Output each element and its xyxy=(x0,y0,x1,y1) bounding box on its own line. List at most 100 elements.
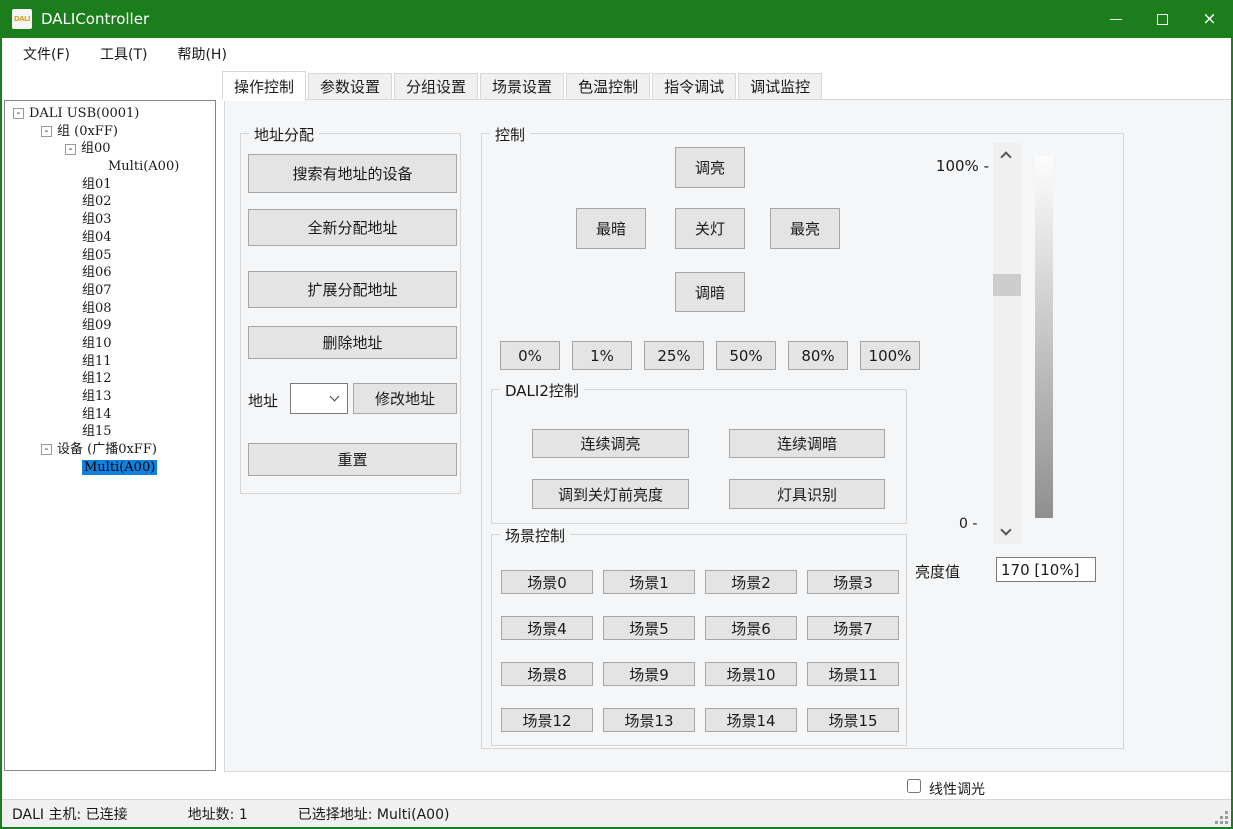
min-level-button[interactable]: 最暗 xyxy=(576,208,646,249)
percent-button-0[interactable]: 0% xyxy=(500,341,560,370)
tree-item[interactable]: 组09 xyxy=(5,317,215,335)
minimize-button[interactable] xyxy=(1092,0,1139,38)
tree-item-label[interactable]: 组08 xyxy=(82,301,112,316)
tree-item-label[interactable]: 组02 xyxy=(82,194,112,209)
tree-item-label[interactable]: 组01 xyxy=(82,177,112,192)
tree-item[interactable]: 组10 xyxy=(5,335,215,353)
tree-item-label[interactable]: 组09 xyxy=(82,318,112,333)
percent-button-1[interactable]: 1% xyxy=(572,341,632,370)
scroll-down-icon[interactable] xyxy=(1000,524,1011,535)
dim-down-button[interactable]: 调暗 xyxy=(675,272,745,312)
tree-item-label[interactable]: 组00 xyxy=(81,141,111,156)
goto-last-level-button[interactable]: 调到关灯前亮度 xyxy=(532,479,689,509)
tab-operation-control[interactable]: 操作控制 xyxy=(222,71,306,101)
tree-item[interactable]: 组08 xyxy=(5,300,215,318)
tree-item-label[interactable]: 组07 xyxy=(82,283,112,298)
tab-scene-settings[interactable]: 场景设置 xyxy=(480,73,564,100)
tree-expander-icon[interactable]: - xyxy=(65,144,76,155)
assign-extend-address-button[interactable]: 扩展分配地址 xyxy=(248,271,457,308)
percent-button-3[interactable]: 50% xyxy=(716,341,776,370)
scrollbar-thumb[interactable] xyxy=(993,274,1021,296)
tree-item-label[interactable]: 组10 xyxy=(82,336,112,351)
menu-help[interactable]: 帮助(H) xyxy=(162,38,241,70)
scene-button-10[interactable]: 场景10 xyxy=(705,662,797,686)
tab-parameter-settings[interactable]: 参数设置 xyxy=(308,73,392,100)
tree-item[interactable]: -组 (0xFF) xyxy=(5,123,215,141)
percent-button-5[interactable]: 100% xyxy=(860,341,920,370)
scene-button-8[interactable]: 场景8 xyxy=(501,662,593,686)
tree-item-label[interactable]: 组13 xyxy=(82,389,112,404)
scene-button-5[interactable]: 场景5 xyxy=(603,616,695,640)
tree-item-label[interactable]: 组15 xyxy=(82,424,112,439)
percent-button-4[interactable]: 80% xyxy=(788,341,848,370)
tree-item[interactable]: 组14 xyxy=(5,406,215,424)
scene-button-13[interactable]: 场景13 xyxy=(603,708,695,732)
tab-color-temp-control[interactable]: 色温控制 xyxy=(566,73,650,100)
search-addressed-devices-button[interactable]: 搜索有地址的设备 xyxy=(248,154,457,193)
tree-item-label[interactable]: Multi(A00) xyxy=(82,460,157,475)
modify-address-button[interactable]: 修改地址 xyxy=(353,383,457,414)
brightness-value-field[interactable]: 170 [10%] xyxy=(996,557,1096,582)
tree-item-label[interactable]: 组14 xyxy=(82,407,112,422)
tree-item-label[interactable]: 设备 (广播0xFF) xyxy=(57,442,157,457)
continuous-dim-up-button[interactable]: 连续调亮 xyxy=(532,429,689,458)
tree-item[interactable]: -设备 (广播0xFF) xyxy=(5,441,215,459)
scene-button-7[interactable]: 场景7 xyxy=(807,616,899,640)
tree-item-label[interactable]: 组 (0xFF) xyxy=(57,124,118,139)
scene-button-12[interactable]: 场景12 xyxy=(501,708,593,732)
tree-item[interactable]: 组11 xyxy=(5,353,215,371)
tree-item-label[interactable]: 组11 xyxy=(82,354,112,369)
max-level-button[interactable]: 最亮 xyxy=(770,208,840,249)
tree-item[interactable]: 组01 xyxy=(5,176,215,194)
tree-item-label[interactable]: 组06 xyxy=(82,265,112,280)
tree-item[interactable]: 组15 xyxy=(5,423,215,441)
dim-up-button[interactable]: 调亮 xyxy=(675,147,745,188)
tree-item[interactable]: 组03 xyxy=(5,211,215,229)
resize-grip-icon[interactable] xyxy=(1225,821,1228,824)
lamp-identify-button[interactable]: 灯具识别 xyxy=(729,479,885,509)
tab-group-settings[interactable]: 分组设置 xyxy=(394,73,478,100)
tree-item[interactable]: Multi(A00) xyxy=(5,459,215,477)
continuous-dim-down-button[interactable]: 连续调暗 xyxy=(729,429,885,458)
tree-item-label[interactable]: DALI USB(0001) xyxy=(29,106,139,121)
tab-command-debug[interactable]: 指令调试 xyxy=(652,73,736,100)
scene-button-3[interactable]: 场景3 xyxy=(807,570,899,594)
tree-item-label[interactable]: 组04 xyxy=(82,230,112,245)
linear-dimming-checkbox[interactable] xyxy=(907,779,921,793)
tree-item-label[interactable]: 组03 xyxy=(82,212,112,227)
assign-new-address-button[interactable]: 全新分配地址 xyxy=(248,209,457,246)
tree-expander-icon[interactable]: - xyxy=(41,444,52,455)
scene-button-2[interactable]: 场景2 xyxy=(705,570,797,594)
tab-debug-monitor[interactable]: 调试监控 xyxy=(738,73,822,100)
tree-item[interactable]: 组02 xyxy=(5,193,215,211)
lamp-off-button[interactable]: 关灯 xyxy=(675,208,745,249)
scene-button-14[interactable]: 场景14 xyxy=(705,708,797,732)
tree-item[interactable]: 组06 xyxy=(5,264,215,282)
tree-item[interactable]: 组13 xyxy=(5,388,215,406)
scroll-up-icon[interactable] xyxy=(1000,151,1011,162)
reset-button[interactable]: 重置 xyxy=(248,443,457,476)
tree-item[interactable]: Multi(A00) xyxy=(5,158,215,176)
scene-button-15[interactable]: 场景15 xyxy=(807,708,899,732)
tree-item[interactable]: 组12 xyxy=(5,370,215,388)
scene-button-1[interactable]: 场景1 xyxy=(603,570,695,594)
delete-address-button[interactable]: 删除地址 xyxy=(248,326,457,359)
scene-button-4[interactable]: 场景4 xyxy=(501,616,593,640)
tree-item[interactable]: 组05 xyxy=(5,247,215,265)
tree-item[interactable]: -DALI USB(0001) xyxy=(5,105,215,123)
scene-button-0[interactable]: 场景0 xyxy=(501,570,593,594)
menu-file[interactable]: 文件(F) xyxy=(8,38,85,70)
tree-item-label[interactable]: 组12 xyxy=(82,371,112,386)
tree-item[interactable]: 组04 xyxy=(5,229,215,247)
percent-button-2[interactable]: 25% xyxy=(644,341,704,370)
tree-item-label[interactable]: Multi(A00) xyxy=(108,159,179,174)
tree-expander-icon[interactable]: - xyxy=(41,126,52,137)
close-button[interactable]: × xyxy=(1186,0,1233,38)
scene-button-6[interactable]: 场景6 xyxy=(705,616,797,640)
scene-button-9[interactable]: 场景9 xyxy=(603,662,695,686)
maximize-button[interactable] xyxy=(1139,0,1186,38)
tree-expander-icon[interactable]: - xyxy=(13,108,24,119)
tree-item-label[interactable]: 组05 xyxy=(82,248,112,263)
address-combobox[interactable] xyxy=(290,383,348,414)
menu-tools[interactable]: 工具(T) xyxy=(85,38,162,70)
